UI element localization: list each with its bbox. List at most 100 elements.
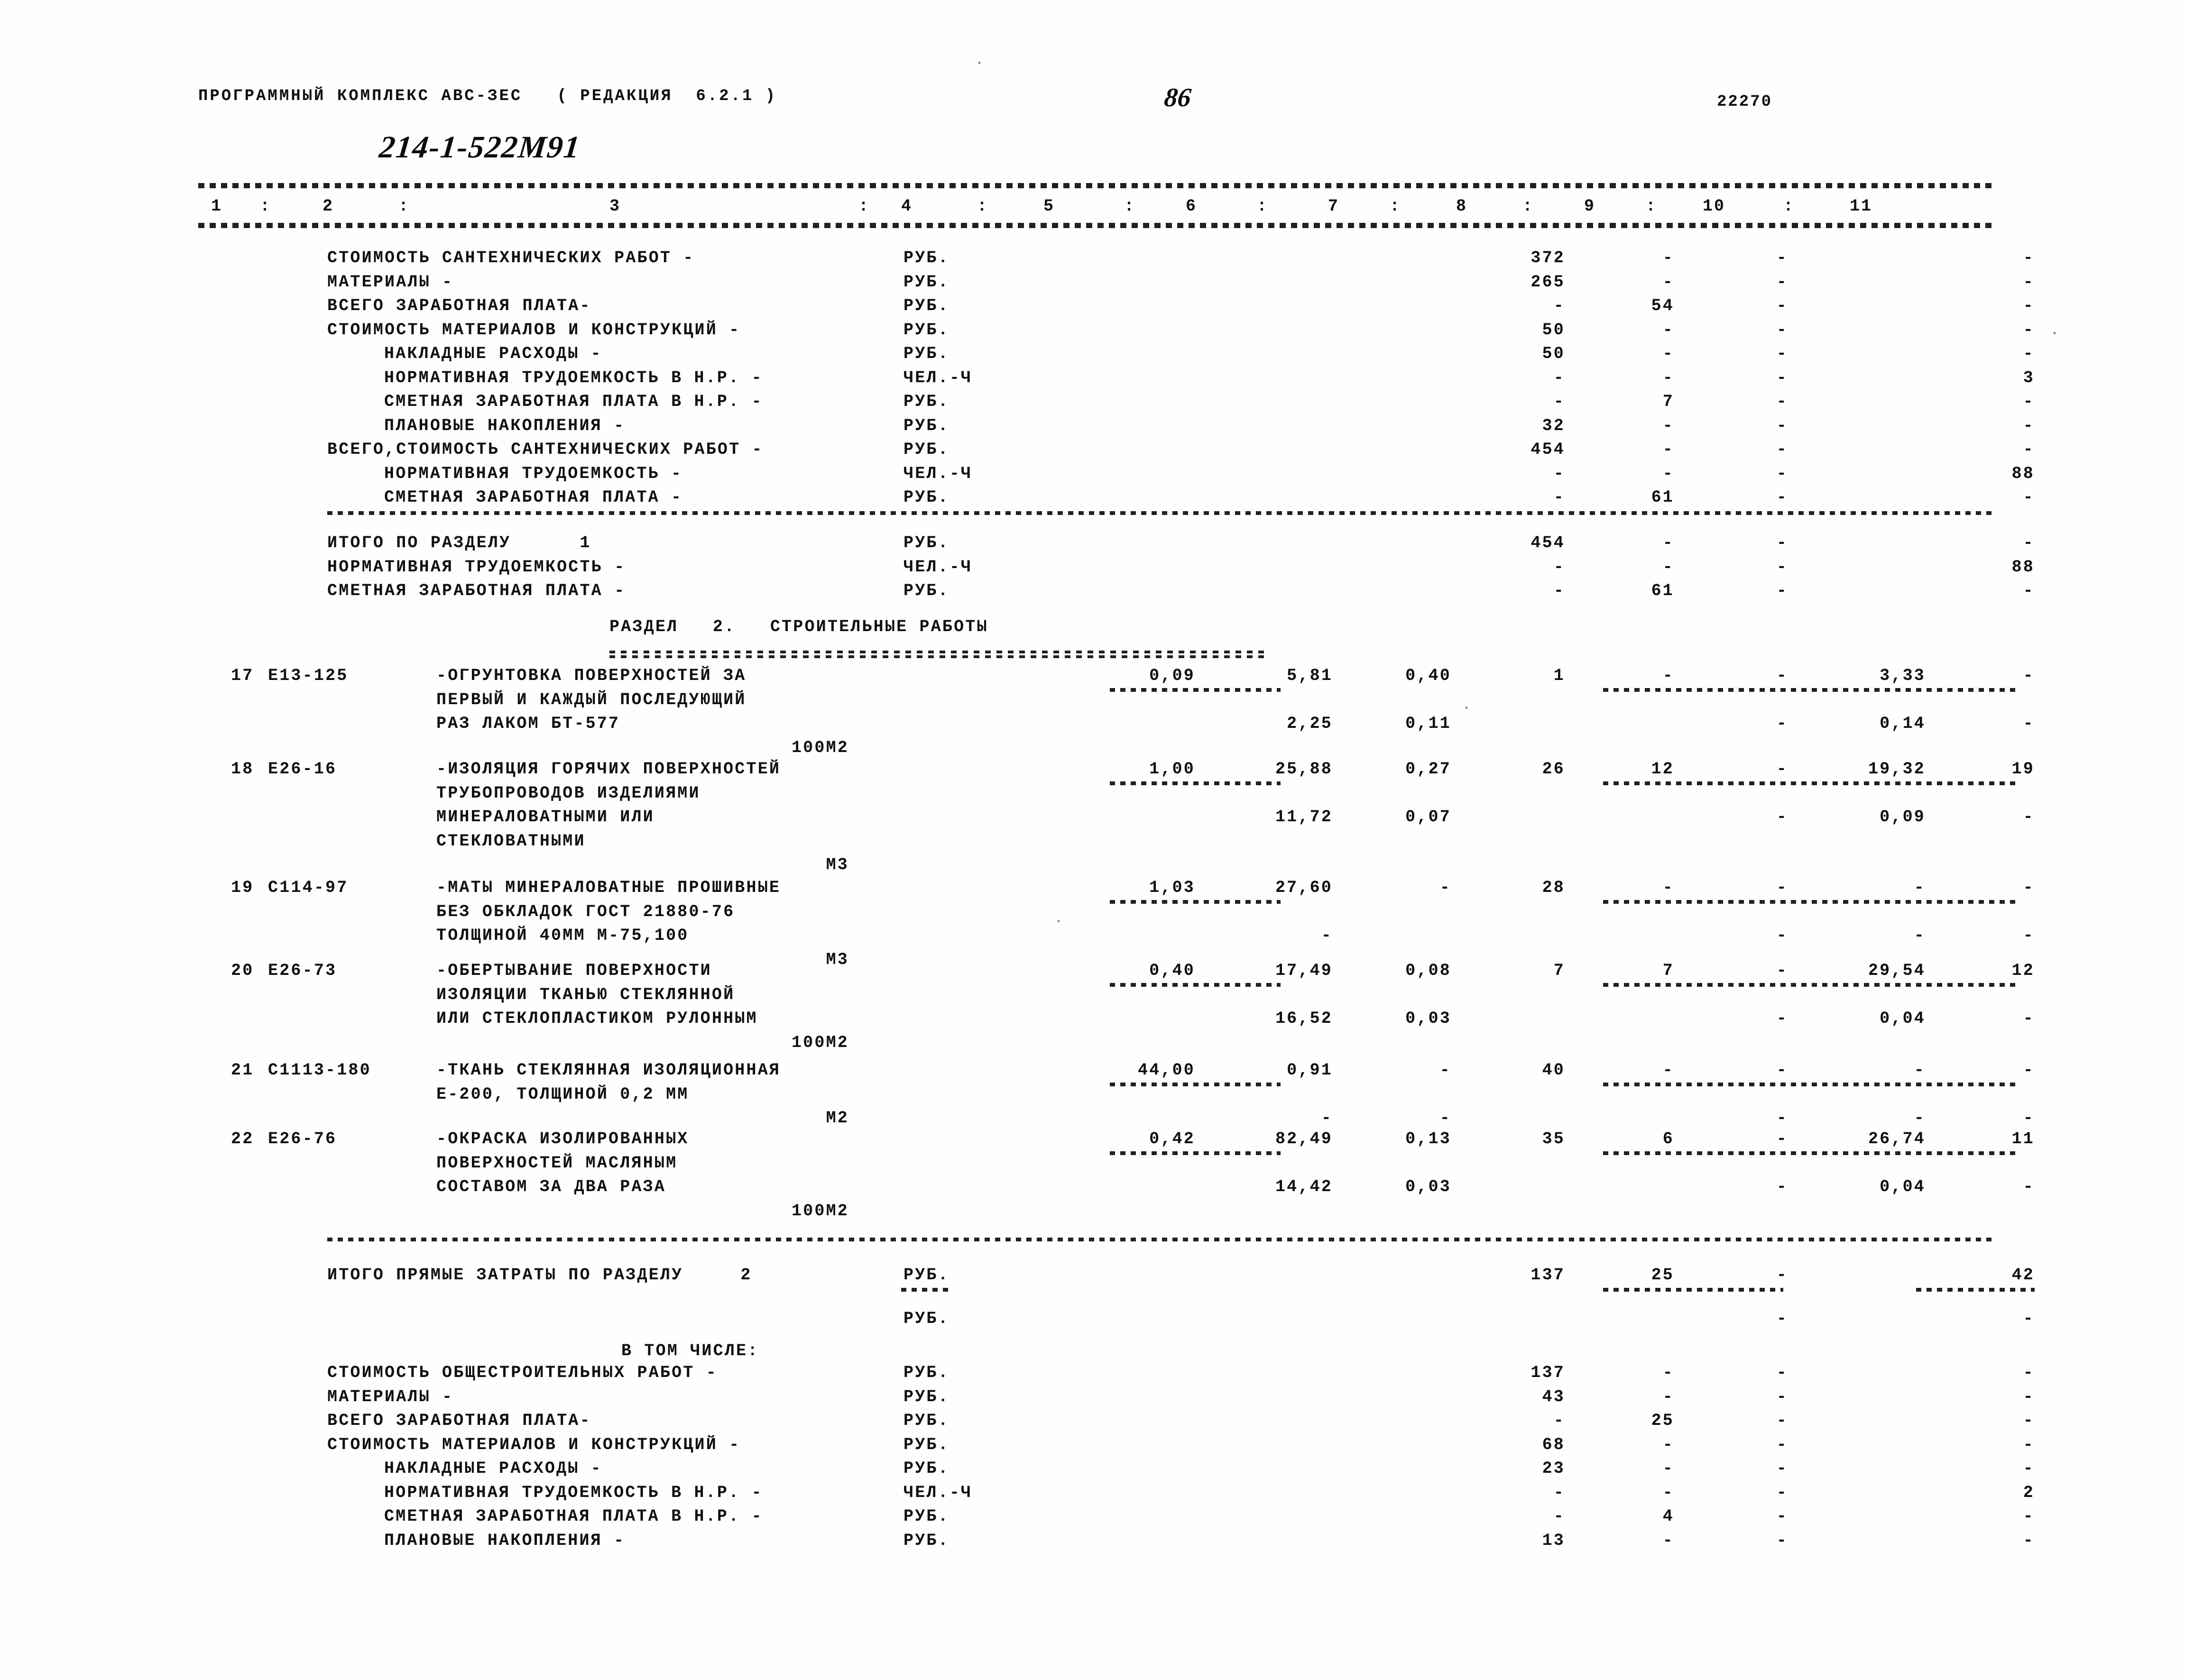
column-separator-5: :: [1257, 197, 1269, 216]
dashed-rule: [1603, 1151, 2020, 1155]
section1-row-col7-6: -: [1553, 392, 1565, 411]
item-col6-17: 0,40: [1405, 666, 1451, 685]
section2-summary-row-col8-0: -: [1662, 1363, 1674, 1382]
section2-summary-row-col7-5: -: [1553, 1483, 1565, 1502]
item-col8-22: 6: [1662, 1129, 1674, 1148]
dashed-rule: [1603, 781, 2020, 785]
item-desc-20-2: ИЛИ СТЕКЛОПЛАСТИКОМ РУЛОННЫМ: [436, 1009, 758, 1028]
item-col6-21: -: [1439, 1061, 1451, 1080]
section2-summary-row-col9-7: -: [1776, 1531, 1788, 1550]
section1-row-col8-2: 54: [1651, 296, 1674, 315]
scan-speck: [978, 62, 980, 64]
section1-row-unit-0: РУБ.: [904, 248, 950, 267]
item-col9-17: -: [1776, 666, 1788, 685]
item-number-18: 18: [231, 760, 254, 779]
item-col7-18: 26: [1542, 760, 1565, 779]
dashed-rule: [1110, 781, 1281, 785]
section2-summary-row-unit-4: РУБ.: [904, 1459, 950, 1478]
item-number-21: 21: [231, 1061, 254, 1080]
item-desc-17-0: -ОГРУНТОВКА ПОВЕРХНОСТЕЙ ЗА: [436, 666, 747, 685]
item-col6b-18: 0,07: [1405, 808, 1451, 826]
section2-summary-row-unit-6: РУБ.: [904, 1507, 950, 1526]
section1-row-unit-3: РУБ.: [904, 320, 950, 340]
column-separator-7: :: [1522, 197, 1534, 216]
section2-summary-row-col11-3: -: [2023, 1435, 2035, 1454]
item-col9-21: -: [1776, 1061, 1788, 1080]
section2-summary-row-col8-1: -: [1662, 1387, 1674, 1406]
column-header-5: 5: [1043, 197, 1055, 216]
section2-summary-row-col11-6: -: [2023, 1507, 2035, 1526]
section1-row-col8-6: 7: [1662, 392, 1674, 411]
section1-row-col7-8: 454: [1530, 440, 1565, 459]
item-desc-18-3: СТЕКЛОВАТНЫМИ: [436, 831, 586, 851]
item-code-17: Е13-125: [268, 666, 349, 685]
item-col4-20: 0,40: [1149, 961, 1195, 980]
item-col11-17: -: [2023, 666, 2035, 685]
section2-total-col8: 25: [1651, 1266, 1674, 1285]
section1-row-unit-1: РУБ.: [904, 272, 950, 292]
scan-speck: [1058, 920, 1060, 922]
section1-total-row-col7-1: -: [1553, 557, 1565, 577]
section1-row-unit-6: РУБ.: [904, 392, 950, 411]
section2-summary-row-label-3: СТОИМОСТЬ МАТЕРИАЛОВ И КОНСТРУКЦИЙ -: [327, 1435, 741, 1454]
section1-total-row-col11-0: -: [2023, 533, 2035, 552]
item-col5-18: 25,88: [1275, 760, 1333, 779]
section2-total-unit: РУБ.: [904, 1266, 950, 1285]
item-col10b-17: 0,14: [1880, 714, 1926, 733]
item-desc-22-2: СОСТАВОМ ЗА ДВА РАЗА: [436, 1177, 666, 1196]
column-header-6: 6: [1186, 197, 1198, 216]
dashed-rule: [1110, 982, 1281, 987]
column-separator-2: :: [858, 197, 870, 216]
section1-separator-rule: [327, 511, 1992, 515]
section1-total-row-unit-2: РУБ.: [904, 581, 950, 600]
page-number: 86: [1162, 83, 1193, 112]
item-col5b-17: 2,25: [1287, 714, 1333, 733]
item-col5-19: 27,60: [1275, 878, 1333, 897]
section1-row-col9-5: -: [1776, 368, 1788, 387]
section1-total-row-col8-0: -: [1662, 533, 1674, 552]
item-col6b-20: 0,03: [1405, 1009, 1451, 1028]
section1-total-row-label-1: НОРМАТИВНАЯ ТРУДОЕМКОСТЬ -: [327, 557, 626, 577]
section1-total-row-label-0: ИТОГО ПО РАЗДЕЛУ 1: [327, 533, 591, 552]
section2-title-underline: [609, 651, 1269, 658]
section1-row-col11-7: -: [2023, 416, 2035, 435]
section2-summary-row-col11-1: -: [2023, 1387, 2035, 1406]
section2-summary-row-col7-6: -: [1553, 1507, 1565, 1526]
section2-summary-row-col9-6: -: [1776, 1507, 1788, 1526]
item-col9b-21: -: [1776, 1109, 1788, 1128]
dashed-rule: [1916, 1288, 2035, 1292]
item-desc-21-1: Е-200, ТОЛЩИНОЙ 0,2 ММ: [436, 1084, 689, 1104]
column-header-10: 10: [1703, 197, 1726, 216]
section2-summary-row-col9-2: -: [1776, 1411, 1788, 1430]
item-col10b-22: 0,04: [1880, 1177, 1926, 1196]
column-header-3: 3: [609, 197, 621, 216]
item-col7-17: 1: [1553, 666, 1565, 685]
section1-row-label-6: СМЕТНАЯ ЗАРАБОТНАЯ ПЛАТА В Н.Р. -: [384, 392, 763, 411]
section1-total-row-col9-2: -: [1776, 581, 1788, 600]
scan-speck: [560, 303, 562, 306]
item-col5-22: 82,49: [1275, 1129, 1333, 1148]
section2-summary-row-col8-5: -: [1662, 1483, 1674, 1502]
section1-row-col11-9: 88: [2011, 464, 2035, 483]
item-col5-21: 0,91: [1287, 1061, 1333, 1080]
column-header-1: 1: [211, 197, 223, 216]
section1-row-col11-5: 3: [2023, 368, 2035, 387]
item-number-19: 19: [231, 878, 254, 897]
item-unit-20: 100М2: [791, 1033, 849, 1052]
section1-row-label-7: ПЛАНОВЫЕ НАКОПЛЕНИЯ -: [384, 416, 626, 435]
section2-summary-row-unit-1: РУБ.: [904, 1387, 950, 1406]
item-code-21: С1113-180: [268, 1061, 371, 1080]
column-separator-0: :: [260, 197, 272, 216]
item-col11b-20: -: [2023, 1009, 2035, 1028]
item-desc-19-2: ТОЛЩИНОЙ 40ММ М-75,100: [436, 926, 689, 945]
section2-summary-row-label-0: СТОИМОСТЬ ОБЩЕСТРОИТЕЛЬНЫХ РАБОТ -: [327, 1363, 718, 1382]
item-col9-22: -: [1776, 1129, 1788, 1148]
item-col10-20: 29,54: [1868, 961, 1926, 980]
item-col10-19: -: [1914, 878, 1926, 897]
section1-row-unit-8: РУБ.: [904, 440, 950, 459]
item-desc-20-0: -ОБЕРТЫВАНИЕ ПОВЕРХНОСТИ: [436, 961, 712, 980]
item-desc-17-1: ПЕРВЫЙ И КАЖДЫЙ ПОСЛЕДУЮЩИЙ: [436, 690, 747, 709]
item-number-22: 22: [231, 1129, 254, 1148]
item-code-22: Е26-76: [268, 1129, 337, 1148]
section1-row-col9-6: -: [1776, 392, 1788, 411]
